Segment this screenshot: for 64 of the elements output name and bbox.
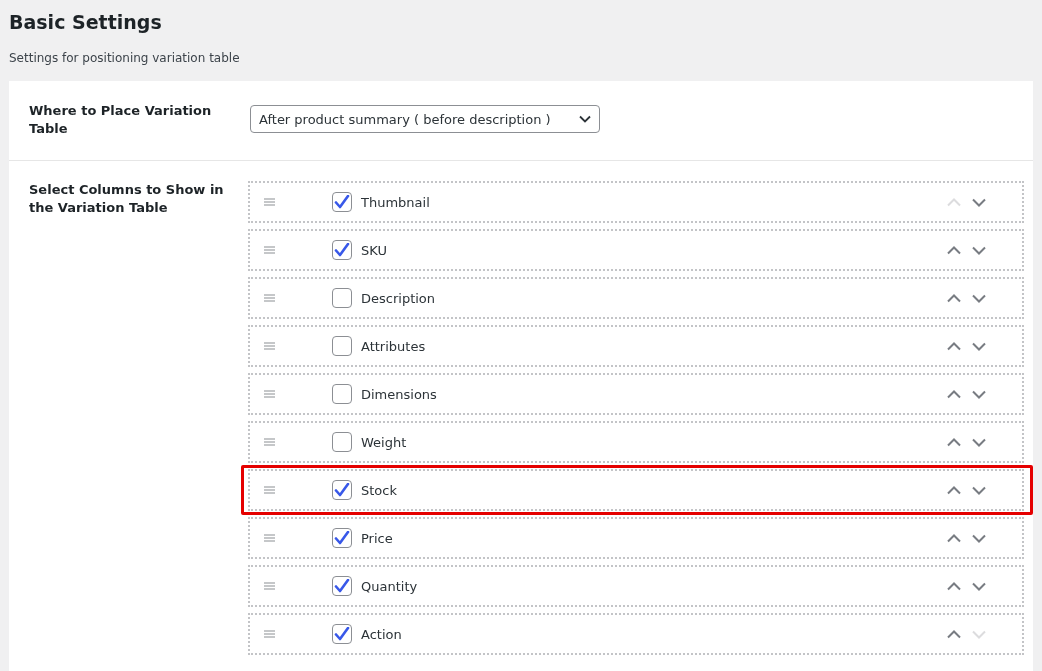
move-up-icon[interactable] [947,341,961,351]
move-down-icon[interactable] [972,341,986,351]
checkbox[interactable] [332,192,352,212]
drag-handle-icon[interactable] [264,582,275,590]
column-row[interactable]: Stock [248,469,1024,511]
column-row[interactable]: Description [248,277,1024,319]
column-label: Stock [361,482,397,498]
column-row[interactable]: Action [248,613,1024,655]
column-row[interactable]: SKU [248,229,1024,271]
drag-handle-icon[interactable] [264,390,275,398]
move-down-icon[interactable] [972,581,986,591]
move-down-icon[interactable] [972,245,986,255]
move-up-icon[interactable] [947,245,961,255]
column-label: Action [361,626,402,642]
move-up-icon[interactable] [947,389,961,399]
drag-handle-icon[interactable] [264,294,275,302]
field-label: Where to Place Variation Table [29,102,213,138]
move-up-icon[interactable] [947,533,961,543]
move-down-icon[interactable] [972,197,986,207]
checkbox[interactable] [332,528,352,548]
checkbox[interactable] [332,576,352,596]
column-label: Price [361,530,393,546]
placement-dropdown[interactable]: After product summary ( before description ) [250,105,600,133]
checkbox[interactable] [332,240,352,260]
drag-handle-icon[interactable] [264,246,275,254]
page-description: Settings for positioning variation table [9,51,241,65]
column-label: Dimensions [361,386,437,402]
caret-icon [579,115,591,123]
move-up-icon[interactable] [947,437,961,447]
column-label: Description [361,290,436,306]
column-label: Thumbnail [361,194,430,210]
drag-handle-icon[interactable] [264,198,275,206]
drag-handle-icon[interactable] [264,534,275,542]
checkbox[interactable] [332,336,352,356]
page-title: Basic Settings [9,10,163,34]
column-label: Attributes [361,338,426,354]
column-label: SKU [361,242,387,258]
move-up-icon[interactable] [947,293,961,303]
move-up-icon[interactable] [947,629,961,639]
checkbox[interactable] [332,384,352,404]
column-row[interactable]: Weight [248,421,1024,463]
column-label: Weight [361,434,407,450]
move-up-icon[interactable] [947,485,961,495]
move-up-icon[interactable] [947,581,961,591]
column-row[interactable]: Attributes [248,325,1024,367]
checkbox[interactable] [332,480,352,500]
drag-handle-icon[interactable] [264,630,275,638]
drag-handle-icon[interactable] [264,486,275,494]
checkbox[interactable] [332,624,352,644]
checkbox[interactable] [332,432,352,452]
checkbox[interactable] [332,288,352,308]
move-down-icon[interactable] [972,293,986,303]
drag-handle-icon[interactable] [264,438,275,446]
column-row[interactable]: Dimensions [248,373,1024,415]
move-down-icon[interactable] [972,485,986,495]
column-row[interactable]: Thumbnail [248,181,1024,223]
field-label: Select Columns to Show in the Variation Table [29,181,225,217]
column-row[interactable]: Quantity [248,565,1024,607]
column-row[interactable]: Price [248,517,1024,559]
move-down-icon[interactable] [972,437,986,447]
move-down-icon[interactable] [972,389,986,399]
drag-handle-icon[interactable] [264,342,275,350]
move-down-icon[interactable] [972,533,986,543]
column-label: Quantity [361,578,418,594]
